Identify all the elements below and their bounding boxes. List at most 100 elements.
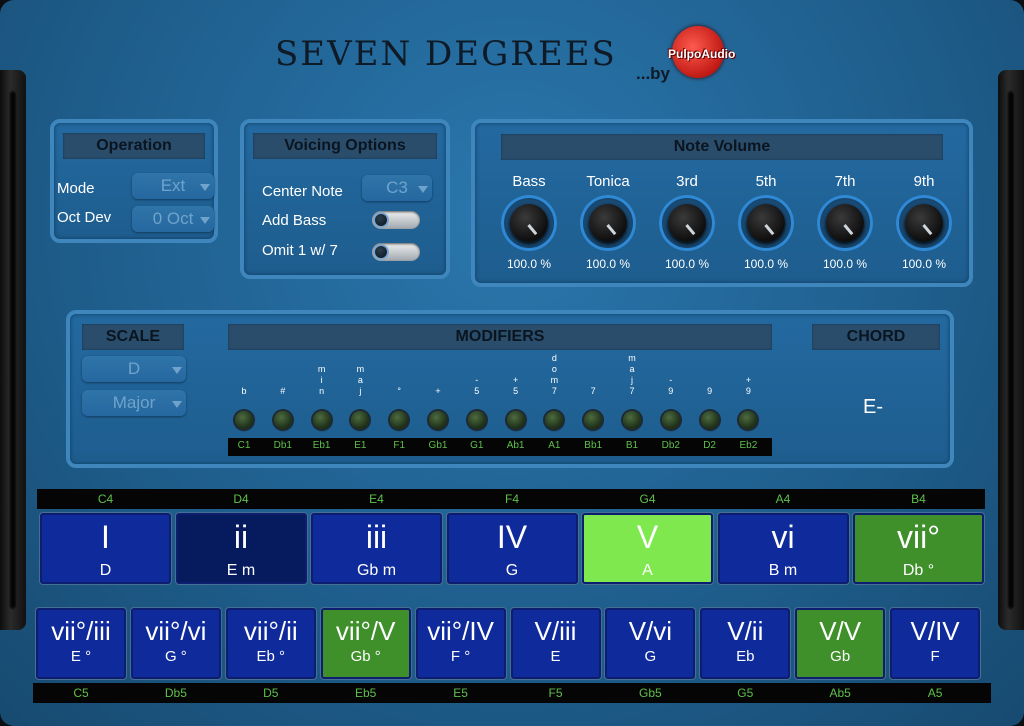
degree-chord: D	[99, 562, 112, 579]
degree-note-label: D4	[233, 492, 249, 506]
octdev-select[interactable]: 0 Oct	[132, 206, 214, 232]
harmony-panel: SCALE D Major MODIFIERS b C1 # Db1 m i n Eb1 m…	[66, 310, 954, 468]
degree-numeral: V/ii	[727, 616, 764, 646]
modifier-note-label: Ab1	[506, 440, 525, 451]
degree-chord: B m	[768, 562, 798, 579]
secondary-degree-button[interactable]: V/IV F	[890, 608, 981, 679]
degree-note-label: F4	[504, 492, 519, 506]
degree-button[interactable]: vii° Db °	[853, 513, 984, 584]
modifier-note-label: Gb1	[428, 440, 448, 451]
modifier-label: - 9	[668, 375, 674, 396]
volume-knob[interactable]	[896, 195, 952, 251]
volume-knob[interactable]	[738, 195, 794, 251]
note-volume-title: Note Volume	[501, 134, 943, 160]
mode-select[interactable]: Ext	[132, 173, 214, 199]
secondary-degree-button[interactable]: V/ii Eb	[700, 608, 791, 679]
degree-chord: G	[644, 648, 657, 665]
modifier-label: m a j	[356, 364, 365, 396]
right-rail	[998, 70, 1024, 630]
degree-note-label: Db5	[164, 686, 187, 700]
knob-label: 9th	[913, 173, 935, 190]
modifier-led-button[interactable]	[584, 411, 603, 429]
secondary-degree-button[interactable]: vii°/iii E °	[36, 608, 126, 679]
operation-panel: Operation Mode Ext Oct Dev 0 Oct	[50, 119, 218, 243]
degree-button[interactable]: VA	[582, 513, 713, 584]
degree-button[interactable]: vi B m	[717, 513, 849, 584]
secondary-degree-button[interactable]: vii°/V Gb °	[320, 608, 411, 679]
center-note-value: C3	[386, 178, 408, 197]
modifier-note-label: Bb1	[584, 440, 603, 451]
secondary-degree-button[interactable]: vii°/vi G °	[130, 608, 221, 679]
modifier-led-button[interactable]	[739, 411, 758, 429]
modifiers-title: MODIFIERS	[228, 324, 772, 350]
modifier-note-label: B1	[625, 440, 639, 451]
logo-text: PulpoAudio	[668, 47, 736, 61]
degree-button[interactable]: IV G	[446, 513, 578, 584]
scale-mode-select[interactable]: Major	[82, 390, 186, 416]
degree-chord: Eb	[736, 648, 755, 665]
modifier-led-button[interactable]	[467, 411, 486, 429]
degree-note-label: G5	[737, 686, 754, 700]
degree-button[interactable]: ID	[40, 513, 171, 584]
secondary-degree-button[interactable]: V/V Gb	[795, 608, 886, 679]
modifier-led-button[interactable]	[623, 411, 641, 429]
degree-numeral: V/iii	[534, 616, 577, 646]
degree-note-label: C4	[97, 492, 114, 506]
knob-value: 100.0 %	[664, 257, 710, 271]
modifier-led-button[interactable]	[351, 411, 370, 429]
octdev-value: 0 Oct	[152, 209, 194, 228]
add-bass-toggle[interactable]	[372, 211, 420, 229]
chevron-down-icon	[172, 401, 182, 408]
volume-knob[interactable]	[659, 195, 715, 251]
modifier-led-button[interactable]	[661, 411, 680, 429]
toggle-knob	[373, 212, 389, 228]
modifier-note-label: C1	[237, 440, 251, 451]
knob-value: 100.0 %	[901, 257, 947, 271]
degree-chord: G	[505, 562, 519, 579]
modifier-led-button[interactable]	[312, 411, 331, 429]
degree-button[interactable]: ii E m	[175, 513, 307, 584]
knob-label: 5th	[755, 173, 777, 190]
secondary-degree-button[interactable]: vii°/ii Eb °	[225, 608, 316, 679]
knob-label: Tonica	[586, 173, 630, 190]
modifier-led-button[interactable]	[390, 411, 409, 429]
modifier-label: + 9	[745, 375, 752, 396]
modifier-led-button[interactable]	[273, 411, 292, 429]
degree-chord: Eb °	[256, 648, 286, 665]
scale-key-select[interactable]: D	[82, 356, 186, 382]
scale-key-value: D	[127, 359, 141, 378]
chord-title: CHORD	[812, 324, 940, 350]
center-note-select[interactable]: C3	[362, 175, 432, 201]
left-rail-slot	[9, 90, 17, 610]
degree-numeral: vi	[771, 519, 795, 555]
knob-value: 100.0 %	[506, 257, 552, 271]
modifier-led-button[interactable]	[235, 411, 253, 429]
left-rail	[0, 70, 26, 630]
modifier-led-button[interactable]	[700, 411, 719, 429]
modifier-label: +	[435, 386, 441, 396]
modifier-led-button[interactable]	[545, 411, 564, 429]
mode-value: Ext	[160, 176, 186, 195]
volume-knob[interactable]	[580, 195, 636, 251]
degree-note-label: C5	[73, 686, 89, 700]
modifier-led-button[interactable]	[429, 411, 447, 429]
degree-note-label: B4	[911, 492, 926, 506]
modifier-led-button[interactable]	[506, 411, 525, 429]
secondary-degree-button[interactable]: V/iii E	[510, 608, 601, 679]
secondary-degree-button[interactable]: V/vi G	[605, 608, 696, 679]
degree-note-label: A4	[775, 492, 791, 506]
volume-knob[interactable]	[817, 195, 873, 251]
degree-chord: F	[930, 648, 940, 665]
modifier-label: m a j 7	[628, 353, 636, 396]
degree-button[interactable]: iii Gb m	[311, 513, 442, 584]
modifier-label: b	[241, 386, 247, 396]
omit-toggle[interactable]	[372, 243, 420, 261]
degree-numeral: V/V	[819, 616, 862, 646]
right-rail-slot	[1007, 90, 1015, 610]
degree-note-label: Gb5	[639, 686, 662, 700]
volume-knob[interactable]	[501, 195, 557, 251]
degree-note-label: F5	[548, 686, 563, 700]
degree-numeral: V/vi	[628, 616, 673, 646]
secondary-degree-button[interactable]: vii°/IV F °	[415, 608, 506, 679]
degree-numeral: V	[636, 519, 659, 555]
